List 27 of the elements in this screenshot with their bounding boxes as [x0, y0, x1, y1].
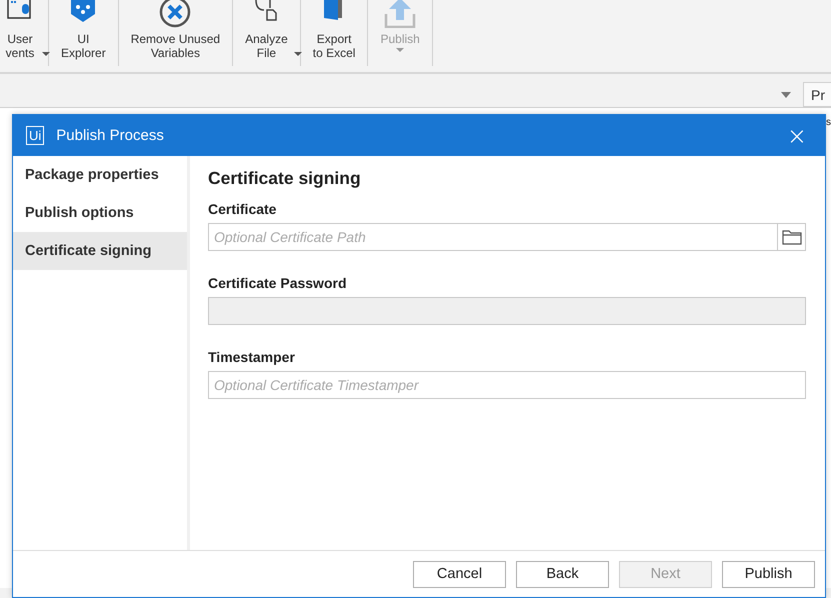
field-label: Timestamper [208, 349, 296, 365]
dialog-button[interactable]: Back [516, 560, 609, 588]
ribbon-button[interactable]: Export to Excel [300, 0, 368, 72]
field-label: Certificate Password [208, 275, 348, 291]
panel-tab[interactable]: Pr [803, 82, 831, 107]
folder-button[interactable] [778, 223, 806, 251]
folder-icon [782, 229, 802, 245]
ribbon-button[interactable]: Remove Unused Variables [118, 0, 232, 72]
ribbon-button[interactable]: User vents [0, 0, 48, 72]
window-title: Publish Process [56, 127, 165, 144]
dialog-button[interactable]: Cancel [413, 560, 506, 588]
input-field[interactable]: Optional Certificate Path [208, 223, 778, 251]
ribbon-button[interactable]: Analyze File [233, 0, 300, 72]
panel-text: s [826, 116, 831, 130]
upload-icon [384, 0, 416, 28]
field-label: Certificate [208, 201, 278, 217]
sidebar-item[interactable]: Certificate signing [13, 232, 187, 270]
dialog-button[interactable]: Publish [722, 560, 815, 588]
sidebar-item[interactable]: Package properties [13, 156, 187, 194]
sidebar-item[interactable]: Publish options [13, 194, 187, 232]
dropdown-arrow-icon[interactable] [781, 92, 791, 98]
ribbon-button[interactable]: UI Explorer [49, 0, 118, 72]
input-field[interactable]: Optional Certificate Timestamper [208, 371, 806, 399]
app-logo: Ui [26, 126, 44, 145]
close-button[interactable]: × [780, 120, 813, 150]
section-heading: Certificate signing [208, 168, 362, 189]
close-icon [159, 0, 192, 28]
